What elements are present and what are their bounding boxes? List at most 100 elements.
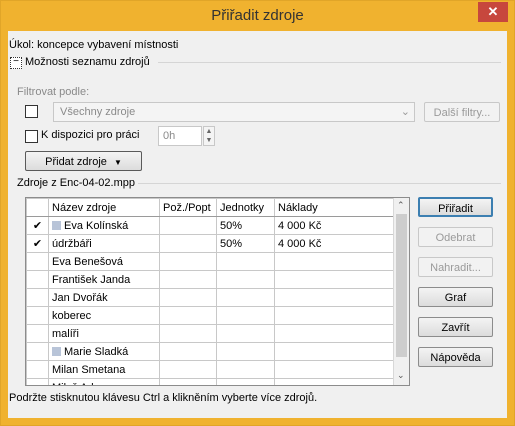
table-row[interactable]: František Janda — [26, 270, 394, 289]
request-cell[interactable] — [159, 360, 217, 379]
col-header-units[interactable]: Jednotky — [216, 198, 275, 217]
help-button[interactable]: Nápověda — [418, 347, 493, 367]
resource-name-cell-text: koberec — [52, 309, 92, 322]
cost-cell[interactable] — [274, 324, 394, 343]
units-cell[interactable] — [216, 288, 275, 307]
units-cell[interactable]: 50% — [216, 216, 275, 235]
row-check-cell[interactable] — [26, 378, 49, 385]
options-collapse-toggle[interactable]: − — [10, 57, 22, 69]
table-row[interactable]: Eva Benešová — [26, 252, 394, 271]
source-divider — [138, 183, 501, 184]
row-check-cell[interactable]: ✔ — [26, 216, 49, 235]
resource-name-cell-text: Milan Smetana — [52, 363, 126, 376]
request-cell[interactable] — [159, 270, 217, 289]
resource-name-cell-text: údržbáři — [52, 237, 92, 250]
cost-cell[interactable]: 4 000 Kč — [274, 216, 394, 235]
cost-cell-text: 4 000 Kč — [278, 219, 322, 232]
resources-grid: Název zdroje Pož./Popt Jednotky Náklady … — [26, 198, 394, 386]
scrollbar-thumb[interactable] — [396, 214, 407, 357]
units-cell[interactable] — [216, 324, 275, 343]
table-row[interactable]: Miloš Adamec — [26, 378, 394, 386]
vertical-scrollbar[interactable]: ⌃ ⌄ — [393, 198, 409, 385]
cost-cell[interactable]: 4 000 Kč — [274, 234, 394, 253]
request-cell[interactable] — [159, 252, 217, 271]
close-button[interactable]: Zavřít — [418, 317, 493, 337]
row-check-cell[interactable] — [26, 252, 49, 271]
scroll-down-icon[interactable]: ⌄ — [397, 370, 405, 381]
resources-source-label: Zdroje z Enc-04-02.mpp — [17, 177, 135, 189]
more-filters-button[interactable]: Další filtry... — [424, 102, 500, 122]
row-check-cell[interactable] — [26, 360, 49, 379]
row-check-cell[interactable] — [26, 270, 49, 289]
table-row[interactable]: malíři — [26, 324, 394, 343]
resource-name-cell[interactable]: Jan Dvořák — [48, 288, 160, 307]
resource-name-cell-text: František Janda — [52, 273, 131, 286]
row-check-cell[interactable] — [26, 306, 49, 325]
request-cell[interactable] — [159, 342, 217, 361]
units-cell[interactable] — [216, 270, 275, 289]
request-cell[interactable] — [159, 306, 217, 325]
table-row[interactable]: Milan Smetana — [26, 360, 394, 379]
availability-hours-input[interactable]: 0h — [158, 126, 202, 146]
resource-name-cell[interactable]: údržbáři — [48, 234, 160, 253]
units-cell[interactable] — [216, 342, 275, 361]
replace-button[interactable]: Nahradit... — [418, 257, 493, 277]
resource-name-cell[interactable]: Eva Kolínská — [48, 216, 160, 235]
resource-name-cell[interactable]: Eva Benešová — [48, 252, 160, 271]
add-resources-button[interactable]: Přidat zdroje ▼ — [25, 151, 142, 171]
resource-name-cell[interactable]: Marie Sladká — [48, 342, 160, 361]
resource-name-cell[interactable]: Milan Smetana — [48, 360, 160, 379]
hours-spinner[interactable]: ▲ ▼ — [203, 126, 215, 146]
resource-name-cell[interactable]: koberec — [48, 306, 160, 325]
units-cell[interactable] — [216, 360, 275, 379]
cost-cell[interactable] — [274, 306, 394, 325]
availability-checkbox[interactable] — [25, 130, 38, 143]
cost-cell[interactable] — [274, 378, 394, 385]
row-check-cell[interactable] — [26, 288, 49, 307]
resource-name-cell[interactable]: František Janda — [48, 270, 160, 289]
assign-button[interactable]: Přiřadit — [418, 197, 493, 217]
close-window-button[interactable]: ✕ — [478, 2, 508, 22]
row-check-cell[interactable]: ✔ — [26, 234, 49, 253]
cost-cell[interactable] — [274, 360, 394, 379]
table-row[interactable]: Marie Sladká — [26, 342, 394, 361]
table-row[interactable]: ✔ Eva Kolínská 50% 4 000 Kč — [26, 216, 394, 235]
remove-button[interactable]: Odebrat — [418, 227, 493, 247]
cost-cell[interactable] — [274, 270, 394, 289]
units-cell[interactable] — [216, 252, 275, 271]
request-cell[interactable] — [159, 288, 217, 307]
assign-resources-dialog: Přiřadit zdroje ✕ Úkol: koncepce vybaven… — [0, 0, 515, 426]
filter-label: Filtrovat podle: — [17, 86, 90, 98]
row-check-cell[interactable] — [26, 342, 49, 361]
table-row[interactable]: ✔ údržbáři 50% 4 000 Kč — [26, 234, 394, 253]
units-cell[interactable]: 50% — [216, 234, 275, 253]
person-icon — [52, 346, 61, 356]
add-resources-label: Přidat zdroje — [45, 156, 107, 168]
cost-cell[interactable] — [274, 342, 394, 361]
col-header-name[interactable]: Název zdroje — [48, 198, 160, 217]
resource-name-cell[interactable]: malíři — [48, 324, 160, 343]
resource-name-cell[interactable]: Miloš Adamec — [48, 378, 160, 386]
col-header-request[interactable]: Pož./Popt — [159, 198, 217, 217]
availability-label: K dispozici pro práci — [41, 129, 140, 141]
filter-checkbox[interactable] — [25, 105, 38, 118]
cost-cell-text: 4 000 Kč — [278, 237, 322, 250]
dialog-title: Přiřadit zdroje — [211, 7, 304, 24]
table-row[interactable]: Jan Dvořák — [26, 288, 394, 307]
request-cell[interactable] — [159, 378, 217, 385]
col-header-cost[interactable]: Náklady — [274, 198, 394, 217]
cost-cell[interactable] — [274, 252, 394, 271]
units-cell[interactable] — [216, 378, 275, 385]
scroll-up-icon[interactable]: ⌃ — [397, 200, 405, 211]
cost-cell[interactable] — [274, 288, 394, 307]
request-cell[interactable] — [159, 324, 217, 343]
request-cell[interactable] — [159, 216, 217, 235]
options-label-text: Možnosti seznamu zdrojů — [25, 56, 150, 68]
resource-name-cell-text: Miloš Adamec — [52, 382, 120, 386]
filter-select[interactable]: Všechny zdroje ⌄ — [53, 102, 415, 122]
units-cell[interactable] — [216, 306, 275, 325]
graph-button[interactable]: Graf — [418, 287, 493, 307]
request-cell[interactable] — [159, 234, 217, 253]
row-check-cell[interactable] — [26, 324, 49, 343]
table-row[interactable]: koberec — [26, 306, 394, 325]
